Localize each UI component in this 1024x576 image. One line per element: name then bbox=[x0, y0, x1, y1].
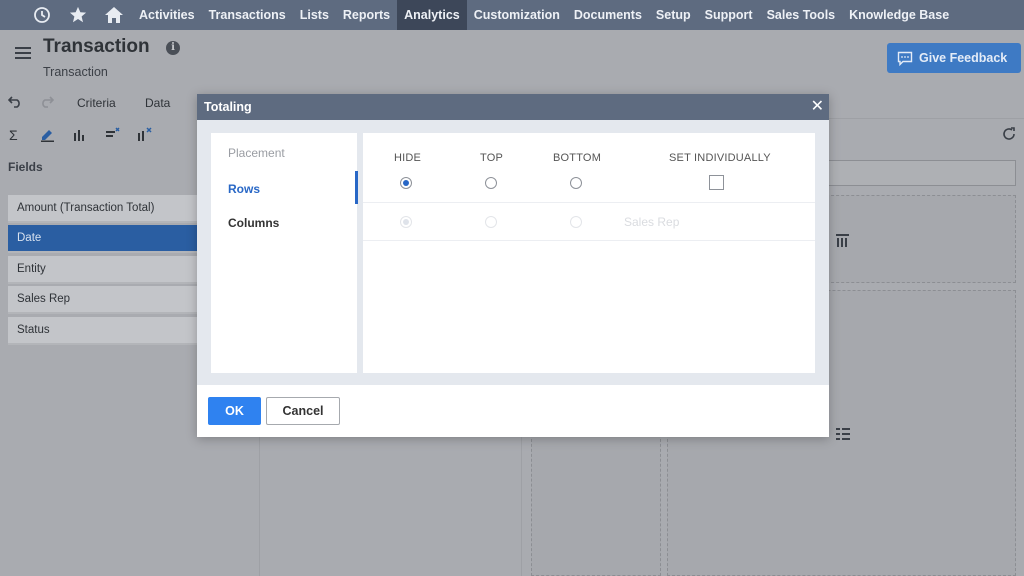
field-amount-transaction-total[interactable]: Amount (Transaction Total) bbox=[8, 195, 197, 223]
nav-customization[interactable]: Customization bbox=[467, 0, 567, 30]
placement-nav: Placement Rows Columns bbox=[211, 133, 358, 373]
info-icon[interactable]: i bbox=[166, 41, 180, 55]
nav-support[interactable]: Support bbox=[698, 0, 760, 30]
columns-drop-zone[interactable] bbox=[826, 195, 1016, 283]
nav-reports[interactable]: Reports bbox=[336, 0, 397, 30]
builder-tabs: Criteria Data bbox=[0, 92, 200, 114]
tab-data[interactable]: Data bbox=[145, 96, 170, 110]
builder-toolbar: Σ bbox=[0, 124, 200, 148]
row-divider bbox=[363, 240, 815, 241]
nav-lists[interactable]: Lists bbox=[293, 0, 336, 30]
sigma-icon[interactable]: Σ bbox=[9, 127, 18, 143]
column-set-individually: SET INDIVIDUALLY bbox=[669, 152, 771, 164]
cancel-button[interactable]: Cancel bbox=[266, 397, 340, 425]
faded-row-label: Sales Rep bbox=[624, 215, 680, 229]
placement-rows[interactable]: Rows bbox=[228, 182, 260, 196]
radio-hide[interactable] bbox=[400, 177, 412, 189]
checkbox-set-individually[interactable] bbox=[709, 175, 724, 190]
page-header: Transaction i Transaction Give Feedback bbox=[0, 30, 1024, 90]
radio-top-disabled bbox=[485, 216, 497, 228]
field-entity[interactable]: Entity bbox=[8, 256, 197, 284]
fields-heading: Fields bbox=[8, 160, 43, 174]
active-marker bbox=[355, 171, 358, 204]
placement-columns[interactable]: Columns bbox=[228, 216, 279, 230]
page-subtitle: Transaction bbox=[43, 65, 108, 79]
edit-style-icon[interactable] bbox=[40, 127, 55, 145]
dialog-header: Totaling ✕ bbox=[197, 94, 829, 120]
ok-button[interactable]: OK bbox=[208, 397, 261, 425]
radio-bottom-disabled bbox=[570, 216, 582, 228]
dialog-body: Placement Rows Columns HIDE TOP BOTTOM S… bbox=[197, 120, 829, 385]
sort-icon[interactable] bbox=[105, 127, 120, 144]
placement-options: HIDE TOP BOTTOM SET INDIVIDUALLY Sales R… bbox=[363, 133, 815, 373]
fields-panel: Fields Amount (Transaction Total) Date E… bbox=[0, 152, 200, 576]
row-divider bbox=[363, 202, 815, 203]
nav-sales-tools[interactable]: Sales Tools bbox=[760, 0, 843, 30]
menu-icon[interactable] bbox=[15, 47, 31, 59]
tab-criteria[interactable]: Criteria bbox=[77, 96, 116, 110]
top-navigation: Activities Transactions Lists Reports An… bbox=[0, 0, 1024, 30]
radio-hide-disabled bbox=[400, 216, 412, 228]
column-hide: HIDE bbox=[394, 152, 422, 164]
radio-top[interactable] bbox=[485, 177, 497, 189]
page-title: Transaction bbox=[43, 36, 150, 57]
dialog-title: Totaling bbox=[204, 100, 252, 114]
give-feedback-button[interactable]: Give Feedback bbox=[887, 43, 1021, 73]
placement-heading: Placement bbox=[228, 146, 285, 160]
star-icon[interactable] bbox=[60, 0, 96, 30]
panel-divider bbox=[521, 437, 522, 576]
home-icon[interactable] bbox=[96, 0, 132, 30]
column-bottom: BOTTOM bbox=[553, 152, 602, 164]
totaling-dialog: Totaling ✕ Placement Rows Columns HIDE T… bbox=[197, 94, 829, 437]
redo-icon[interactable] bbox=[40, 94, 55, 111]
columns-icon bbox=[836, 234, 849, 250]
give-feedback-label: Give Feedback bbox=[919, 51, 1008, 65]
rows-list-icon bbox=[836, 428, 850, 443]
feedback-icon bbox=[897, 51, 913, 66]
panel-divider bbox=[259, 437, 260, 576]
search-input-background[interactable] bbox=[826, 160, 1016, 186]
filter-chart-icon[interactable] bbox=[137, 127, 152, 144]
nav-knowledge-base[interactable]: Knowledge Base bbox=[842, 0, 956, 30]
field-sales-rep[interactable]: Sales Rep bbox=[8, 286, 197, 314]
nav-activities[interactable]: Activities bbox=[132, 0, 202, 30]
undo-icon[interactable] bbox=[7, 94, 22, 111]
field-date[interactable]: Date bbox=[8, 225, 197, 253]
nav-analytics[interactable]: Analytics bbox=[397, 0, 467, 30]
nav-documents[interactable]: Documents bbox=[567, 0, 649, 30]
nav-transactions[interactable]: Transactions bbox=[202, 0, 293, 30]
dialog-footer: OK Cancel bbox=[197, 385, 829, 437]
field-status[interactable]: Status bbox=[8, 317, 197, 345]
radio-bottom[interactable] bbox=[570, 177, 582, 189]
chart-bars-icon[interactable] bbox=[73, 127, 87, 144]
nav-setup[interactable]: Setup bbox=[649, 0, 698, 30]
column-top: TOP bbox=[480, 152, 504, 164]
refresh-icon[interactable] bbox=[1002, 127, 1016, 144]
recent-history-icon[interactable] bbox=[24, 0, 60, 30]
close-icon[interactable]: ✕ bbox=[811, 94, 824, 120]
